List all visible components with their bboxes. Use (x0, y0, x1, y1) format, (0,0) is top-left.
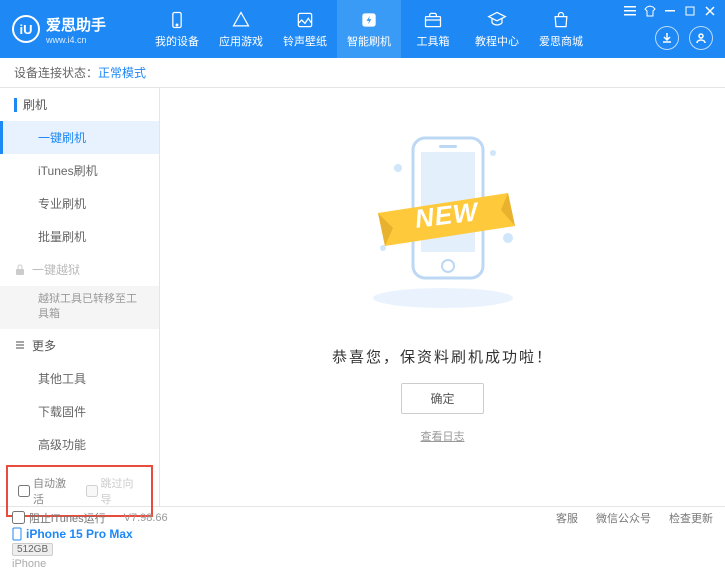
sidebar-flash-header[interactable]: 刷机 (0, 88, 159, 121)
device-info: iPhone 15 Pro Max 512GB iPhone (0, 521, 159, 580)
sidebar-item-other[interactable]: 其他工具 (0, 362, 159, 395)
checkbox-label: 阻止iTunes运行 (29, 510, 106, 526)
sidebar-item-batch[interactable]: 批量刷机 (0, 220, 159, 253)
sidebar-item-advanced[interactable]: 高级功能 (0, 428, 159, 461)
nav-flash[interactable]: 智能刷机 (337, 0, 401, 58)
nav-label: 智能刷机 (347, 33, 391, 49)
sidebar-header-label: 更多 (32, 337, 56, 354)
nav-label: 我的设备 (155, 33, 199, 49)
nav-my-device[interactable]: 我的设备 (145, 0, 209, 58)
apps-icon (231, 10, 251, 30)
maximize-icon[interactable] (683, 4, 697, 18)
toolbox-icon (423, 10, 443, 30)
app-title: 爱思助手 (46, 14, 106, 35)
nav-label: 教程中心 (475, 33, 519, 49)
close-icon[interactable] (703, 4, 717, 18)
tutorial-icon (487, 10, 507, 30)
phone-icon (12, 527, 22, 541)
minimize-icon[interactable] (663, 4, 677, 18)
status-label: 设备连接状态： (14, 64, 98, 81)
sidebar-item-oneclick[interactable]: 一键刷机 (0, 121, 159, 154)
nav-store[interactable]: 爱思商城 (529, 0, 593, 58)
view-log-link[interactable]: 查看日志 (421, 428, 465, 444)
ok-button[interactable]: 确定 (401, 383, 483, 414)
footer-support[interactable]: 客服 (556, 510, 578, 526)
nav-label: 应用游戏 (219, 33, 263, 49)
menu-icon[interactable] (623, 4, 637, 18)
logo-area: iU 爱思助手 www.i4.cn (0, 14, 145, 45)
success-message: 恭喜您，保资料刷机成功啦！ (332, 346, 553, 367)
device-name[interactable]: iPhone 15 Pro Max (12, 527, 147, 541)
status-bar: 设备连接状态： 正常模式 (0, 58, 725, 88)
sidebar-header-label: 一键越狱 (32, 261, 80, 278)
sidebar-item-download[interactable]: 下载固件 (0, 395, 159, 428)
sidebar-more-header[interactable]: 更多 (0, 329, 159, 362)
nav-label: 铃声壁纸 (283, 33, 327, 49)
app-header: iU 爱思助手 www.i4.cn 我的设备 应用游戏 铃声壁纸 智能刷机 工具… (0, 0, 725, 58)
sidebar-header-label: 刷机 (23, 96, 47, 113)
footer-update[interactable]: 检查更新 (669, 510, 713, 526)
sidebar: 刷机 一键刷机 iTunes刷机 专业刷机 批量刷机 一键越狱 越狱工具已转移至… (0, 88, 160, 506)
window-controls (623, 4, 717, 18)
sidebar-item-itunes[interactable]: iTunes刷机 (0, 154, 159, 187)
footer-wechat[interactable]: 微信公众号 (596, 510, 651, 526)
nav-tutorials[interactable]: 教程中心 (465, 0, 529, 58)
user-button[interactable] (689, 26, 713, 50)
sidebar-jailbreak-note: 越狱工具已转移至工具箱 (0, 286, 159, 329)
skip-guide-checkbox[interactable]: 跳过向导 (86, 475, 142, 507)
logo-icon: iU (12, 15, 40, 43)
storage-badge: 512GB (12, 543, 53, 556)
nav-label: 爱思商城 (539, 33, 583, 49)
success-illustration: NEW (378, 118, 508, 318)
list-icon (14, 339, 26, 351)
device-icon (167, 10, 187, 30)
indicator-icon (14, 98, 17, 112)
checkbox-label: 自动激活 (33, 475, 74, 507)
sidebar-jailbreak-header: 一键越狱 (0, 253, 159, 286)
skin-icon[interactable] (643, 4, 657, 18)
nav-ringtones[interactable]: 铃声壁纸 (273, 0, 337, 58)
nav-apps[interactable]: 应用游戏 (209, 0, 273, 58)
version-label: V7.98.66 (124, 512, 168, 524)
main-nav: 我的设备 应用游戏 铃声壁纸 智能刷机 工具箱 教程中心 爱思商城 (145, 0, 593, 58)
lock-icon (14, 264, 26, 276)
wallpaper-icon (295, 10, 315, 30)
main-content: NEW 恭喜您，保资料刷机成功啦！ 确定 查看日志 (160, 88, 725, 506)
nav-toolbox[interactable]: 工具箱 (401, 0, 465, 58)
auto-activate-checkbox[interactable]: 自动激活 (18, 475, 74, 507)
block-itunes-checkbox[interactable]: 阻止iTunes运行 (12, 510, 106, 526)
device-type: iPhone (12, 558, 147, 570)
app-subtitle: www.i4.cn (46, 35, 106, 45)
status-value: 正常模式 (98, 64, 146, 81)
download-button[interactable] (655, 26, 679, 50)
flash-icon (359, 10, 379, 30)
checkbox-label: 跳过向导 (101, 475, 142, 507)
nav-label: 工具箱 (417, 33, 450, 49)
store-icon (551, 10, 571, 30)
sidebar-item-pro[interactable]: 专业刷机 (0, 187, 159, 220)
